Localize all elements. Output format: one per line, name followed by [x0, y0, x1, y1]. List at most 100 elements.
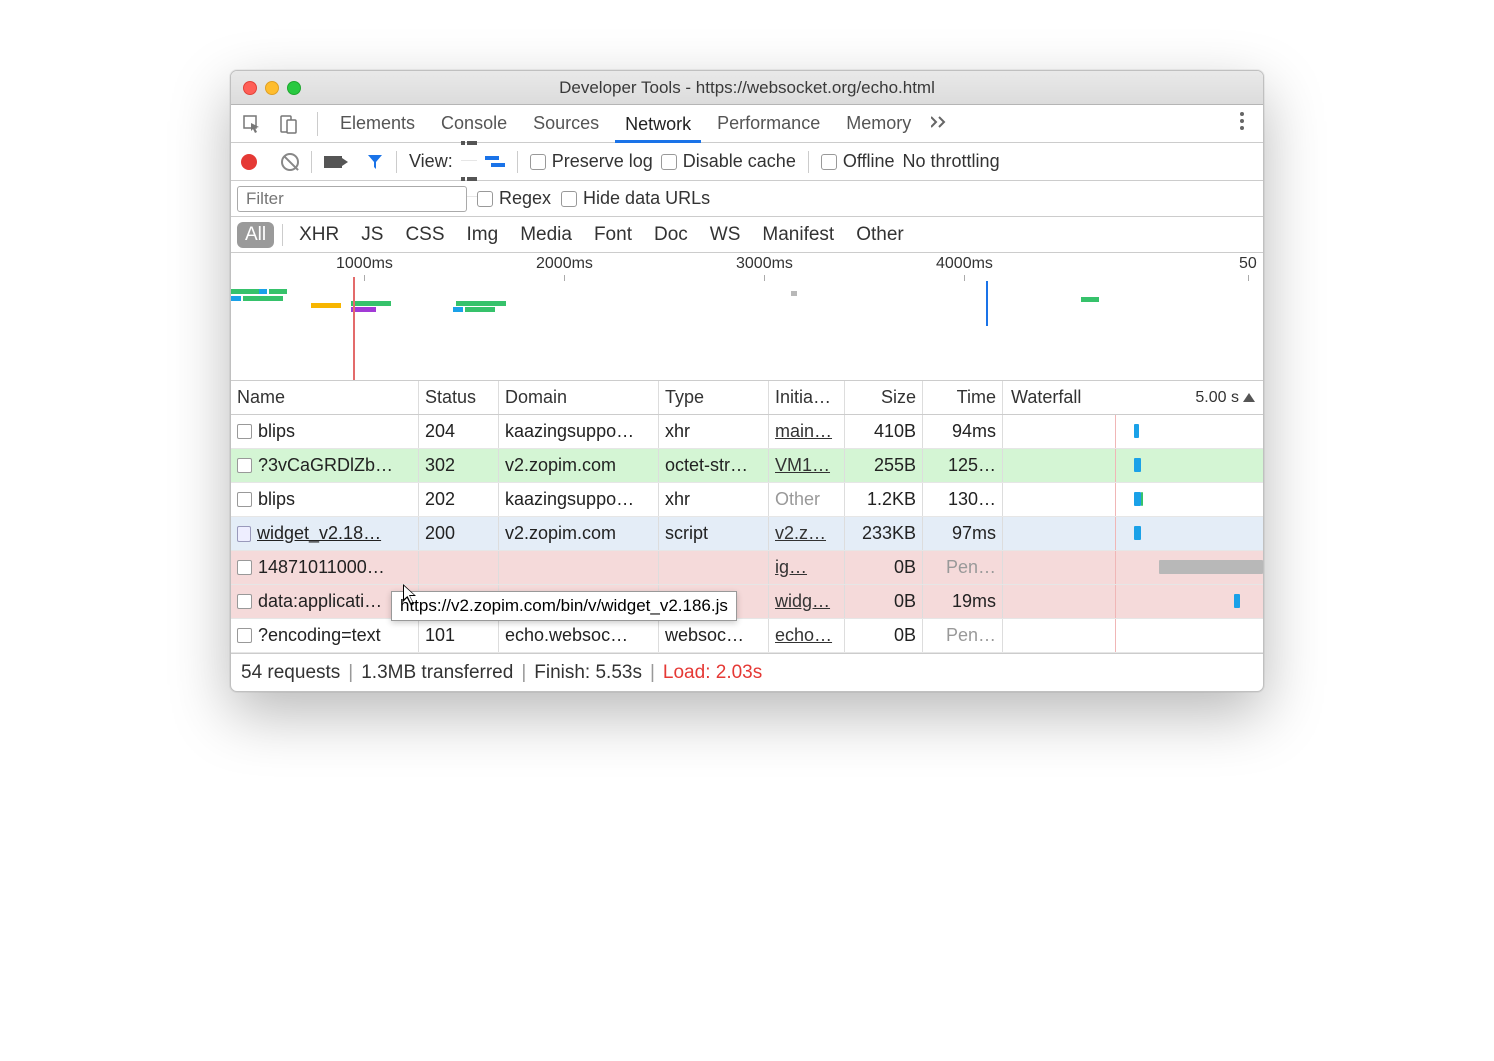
filter-icon[interactable] — [366, 153, 384, 171]
regex-toggle[interactable]: Regex — [477, 188, 551, 209]
tab-elements[interactable]: Elements — [330, 105, 425, 142]
preserve-log-toggle[interactable]: Preserve log — [530, 151, 653, 172]
url-tooltip: https://v2.zopim.com/bin/v/widget_v2.186… — [391, 591, 737, 621]
waterfall-bar — [1134, 424, 1139, 438]
col-waterfall[interactable]: Waterfall 5.00 s — [1003, 381, 1263, 414]
table-row[interactable]: blips202kaazingsuppo…xhrOther1.2KB130… — [231, 483, 1263, 517]
tick-label: 1000ms — [336, 255, 393, 273]
cell-name: 14871011000… — [231, 551, 419, 584]
close-icon[interactable] — [243, 81, 257, 95]
row-checkbox-icon — [237, 628, 252, 643]
filter-other[interactable]: Other — [848, 222, 912, 248]
more-tabs-icon[interactable] — [931, 113, 951, 134]
finish-time: Finish: 5.53s — [534, 662, 642, 684]
cell-waterfall — [1003, 551, 1263, 584]
separator — [517, 151, 518, 173]
waterfall-scale: 5.00 s — [1195, 389, 1239, 407]
tab-memory[interactable]: Memory — [836, 105, 921, 142]
separator — [317, 112, 318, 136]
minimize-icon[interactable] — [265, 81, 279, 95]
col-type[interactable]: Type — [659, 381, 769, 414]
initiator-link[interactable]: v2.z… — [775, 523, 826, 544]
filter-manifest[interactable]: Manifest — [754, 222, 842, 248]
cell-size: 410B — [845, 415, 923, 448]
col-name[interactable]: Name — [231, 381, 419, 414]
table-row[interactable]: ?encoding=text101echo.websoc…websoc…echo… — [231, 619, 1263, 653]
checkbox-icon — [821, 154, 837, 170]
tab-performance[interactable]: Performance — [707, 105, 830, 142]
overview-strip — [231, 283, 1263, 363]
initiator-link[interactable]: widg… — [775, 591, 830, 612]
record-button[interactable] — [241, 154, 257, 170]
cell-type: websoc… — [659, 619, 769, 652]
cell-status: 200 — [419, 517, 499, 550]
clear-icon[interactable] — [281, 153, 299, 171]
checkbox-icon — [477, 191, 493, 207]
inspect-icon[interactable] — [239, 111, 265, 137]
filter-doc[interactable]: Doc — [646, 222, 696, 248]
col-time[interactable]: Time — [923, 381, 1003, 414]
col-size[interactable]: Size — [845, 381, 923, 414]
table-row[interactable]: data:applicati…200fontwidg…0B19ms — [231, 585, 1263, 619]
network-toolbar: View: Preserve log Disable cache Offline… — [231, 143, 1263, 181]
cell-initiator: widg… — [769, 585, 845, 618]
waterfall-bar — [1134, 492, 1141, 506]
separator — [282, 224, 283, 246]
overview-icon[interactable] — [485, 156, 505, 167]
window-controls — [243, 81, 301, 95]
checkbox-icon — [530, 154, 546, 170]
cell-type: xhr — [659, 415, 769, 448]
kebab-menu-icon[interactable] — [1229, 111, 1255, 136]
col-initiator[interactable]: Initia… — [769, 381, 845, 414]
throttling-select[interactable]: No throttling — [903, 151, 1000, 172]
disable-cache-label: Disable cache — [683, 151, 796, 172]
initiator-link[interactable]: VM1… — [775, 455, 830, 476]
cell-size: 233KB — [845, 517, 923, 550]
col-domain[interactable]: Domain — [499, 381, 659, 414]
tab-network[interactable]: Network — [615, 106, 701, 143]
filter-xhr[interactable]: XHR — [291, 222, 347, 248]
filter-css[interactable]: CSS — [397, 222, 452, 248]
initiator-link[interactable]: ig… — [775, 557, 807, 578]
filter-ws[interactable]: WS — [702, 222, 749, 248]
cell-initiator: main… — [769, 415, 845, 448]
cell-size: 0B — [845, 585, 923, 618]
maximize-icon[interactable] — [287, 81, 301, 95]
filter-media[interactable]: Media — [512, 222, 580, 248]
filter-bar: Regex Hide data URLs — [231, 181, 1263, 217]
table-row[interactable]: blips204kaazingsuppo…xhrmain…410B94ms — [231, 415, 1263, 449]
cell-type: octet-str… — [659, 449, 769, 482]
col-status[interactable]: Status — [419, 381, 499, 414]
filter-js[interactable]: JS — [353, 222, 391, 248]
filter-img[interactable]: Img — [459, 222, 507, 248]
cell-initiator: v2.z… — [769, 517, 845, 550]
filter-font[interactable]: Font — [586, 222, 640, 248]
table-row[interactable]: 14871011000…ig…0BPen… — [231, 551, 1263, 585]
cell-initiator: ig… — [769, 551, 845, 584]
initiator-link[interactable]: main… — [775, 421, 832, 442]
initiator-link[interactable]: echo… — [775, 625, 832, 646]
disable-cache-toggle[interactable]: Disable cache — [661, 151, 796, 172]
cell-status: 204 — [419, 415, 499, 448]
cell-waterfall — [1003, 415, 1263, 448]
hide-data-urls-toggle[interactable]: Hide data URLs — [561, 188, 710, 209]
cell-initiator: echo… — [769, 619, 845, 652]
offline-toggle[interactable]: Offline — [821, 151, 895, 172]
filter-all[interactable]: All — [237, 222, 274, 248]
capture-screenshot-icon[interactable] — [324, 156, 342, 168]
cell-time: 130… — [923, 483, 1003, 516]
cell-domain: echo.websoc… — [499, 619, 659, 652]
cell-size: 1.2KB — [845, 483, 923, 516]
table-row[interactable]: ?3vCaGRDlZb…302v2.zopim.comoctet-str…VM1… — [231, 449, 1263, 483]
timeline-overview[interactable]: 1000ms 2000ms 3000ms 4000ms 50 — [231, 253, 1263, 381]
name-text: blips — [258, 421, 295, 442]
row-checkbox-icon — [237, 594, 252, 609]
table-row[interactable]: widget_v2.18…200v2.zopim.comscriptv2.z…2… — [231, 517, 1263, 551]
cell-name: blips — [231, 483, 419, 516]
device-toggle-icon[interactable] — [275, 111, 301, 137]
table-header: Name Status Domain Type Initia… Size Tim… — [231, 381, 1263, 415]
cell-name: blips — [231, 415, 419, 448]
sort-indicator: 5.00 s — [1195, 389, 1255, 407]
filter-input[interactable] — [237, 186, 467, 212]
tab-sources[interactable]: Sources — [523, 105, 609, 142]
